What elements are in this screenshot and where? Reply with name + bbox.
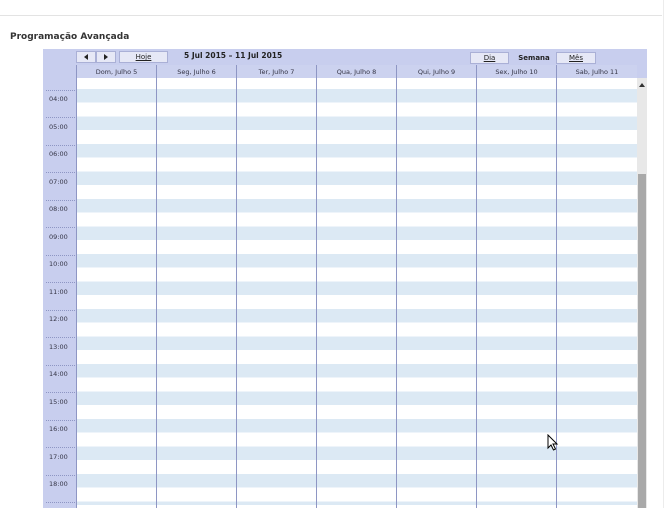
scroll-up-icon[interactable] bbox=[639, 83, 645, 87]
time-label: 13:00 bbox=[49, 343, 68, 351]
day-column-divider bbox=[156, 78, 157, 508]
time-divider bbox=[46, 502, 75, 503]
time-label: 16:00 bbox=[49, 425, 68, 433]
day-header-sunday[interactable]: Dom, Julho 5 bbox=[76, 65, 156, 78]
time-label: 15:00 bbox=[49, 398, 68, 406]
top-divider bbox=[0, 15, 662, 16]
mouse-pointer-icon bbox=[547, 434, 559, 451]
time-divider bbox=[46, 227, 75, 228]
time-column: 04:00 05:00 06:00 07:00 08:00 09:00 10:0… bbox=[43, 78, 76, 508]
time-divider bbox=[46, 200, 75, 201]
time-divider bbox=[46, 90, 75, 91]
time-label: 11:00 bbox=[49, 288, 68, 296]
calendar-toolbar: Hoje 5 Jul 2015 – 11 Jul 2015 Dia Semana… bbox=[43, 49, 647, 65]
time-divider bbox=[46, 337, 75, 338]
time-divider bbox=[46, 420, 75, 421]
time-label: 10:00 bbox=[49, 260, 68, 268]
day-header-friday[interactable]: Sex, Julho 10 bbox=[476, 65, 556, 78]
date-range-label: 5 Jul 2015 – 11 Jul 2015 bbox=[184, 51, 283, 60]
page-title: Programação Avançada bbox=[10, 32, 130, 42]
time-label: 07:00 bbox=[49, 178, 68, 186]
time-label: 05:00 bbox=[49, 123, 68, 131]
time-divider bbox=[46, 365, 75, 366]
vertical-scrollbar[interactable] bbox=[637, 78, 647, 508]
time-divider bbox=[46, 255, 75, 256]
day-column-divider bbox=[316, 78, 317, 508]
time-label: 04:00 bbox=[49, 95, 68, 103]
day-column-divider bbox=[396, 78, 397, 508]
time-divider bbox=[46, 145, 75, 146]
time-divider bbox=[46, 447, 75, 448]
day-header-thursday[interactable]: Qui, Julho 9 bbox=[396, 65, 476, 78]
month-view-button[interactable]: Mês bbox=[556, 52, 596, 64]
day-header-monday[interactable]: Seg, Julho 6 bbox=[156, 65, 236, 78]
time-label: 18:00 bbox=[49, 480, 68, 488]
time-label: 14:00 bbox=[49, 370, 68, 378]
time-divider bbox=[46, 475, 75, 476]
scroll-thumb[interactable] bbox=[638, 174, 646, 508]
prev-week-button[interactable] bbox=[76, 51, 96, 63]
day-header-row: Dom, Julho 5 Seg, Julho 6 Ter, Julho 7 Q… bbox=[43, 65, 647, 78]
time-divider bbox=[46, 310, 75, 311]
next-week-button[interactable] bbox=[96, 51, 116, 63]
prev-arrow-icon bbox=[84, 54, 88, 60]
day-column-divider bbox=[76, 78, 77, 508]
day-column-divider bbox=[236, 78, 237, 508]
time-divider bbox=[46, 172, 75, 173]
time-label: 12:00 bbox=[49, 315, 68, 323]
next-arrow-icon bbox=[104, 54, 108, 60]
day-view-button[interactable]: Dia bbox=[470, 52, 509, 64]
today-button[interactable]: Hoje bbox=[119, 51, 168, 63]
time-divider bbox=[46, 282, 75, 283]
time-divider bbox=[46, 392, 75, 393]
day-header-wednesday[interactable]: Qua, Julho 8 bbox=[316, 65, 396, 78]
day-column-divider bbox=[476, 78, 477, 508]
page-right-edge bbox=[663, 0, 664, 508]
time-divider bbox=[46, 117, 75, 118]
week-view-button[interactable]: Semana bbox=[511, 52, 557, 64]
day-header-saturday[interactable]: Sab, Julho 11 bbox=[556, 65, 637, 78]
time-label: 08:00 bbox=[49, 205, 68, 213]
time-label: 17:00 bbox=[49, 453, 68, 461]
time-label: 06:00 bbox=[49, 150, 68, 158]
time-label: 09:00 bbox=[49, 233, 68, 241]
day-header-tuesday[interactable]: Ter, Julho 7 bbox=[236, 65, 316, 78]
